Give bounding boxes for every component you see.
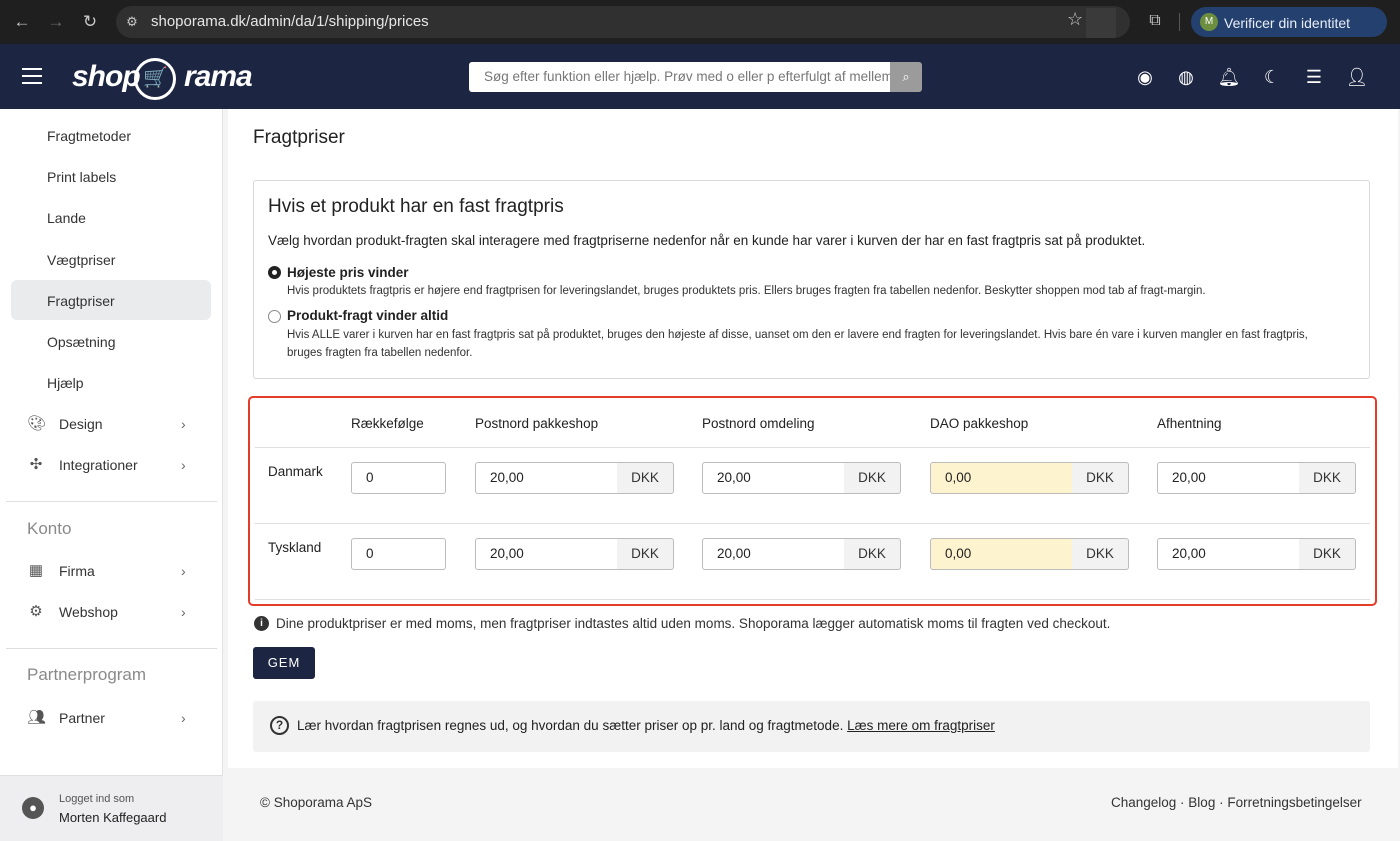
- price-input-tyskland-afhentning[interactable]: 20,00: [1157, 538, 1300, 570]
- sidebar-divider: [6, 501, 217, 502]
- section-konto: Konto: [27, 519, 72, 538]
- chevron-right-icon[interactable]: ›: [181, 604, 186, 620]
- forward-icon[interactable]: →: [44, 10, 68, 34]
- sidebar-group-webshop[interactable]: Webshop: [59, 604, 118, 620]
- radio-highest-price[interactable]: [268, 266, 281, 279]
- sidebar-group-design[interactable]: Design: [59, 416, 103, 432]
- radio-highest-price-help: Hvis produktets fragtpris er højere end …: [287, 285, 1206, 297]
- chevron-right-icon[interactable]: ›: [181, 416, 186, 432]
- people-icon: 👥︎: [27, 709, 47, 726]
- toolbar-divider: [1179, 13, 1180, 31]
- sidebar-item-print-labels[interactable]: Print labels: [47, 169, 116, 185]
- sidebar-item-vaegtpriser[interactable]: Vægtpriser: [47, 252, 115, 268]
- sidebar-item-fragtpriser[interactable]: Fragtpriser: [47, 293, 115, 309]
- cart-logo-icon: 🛒: [134, 58, 176, 100]
- table-row-divider: [255, 523, 1370, 524]
- currency-addon: DKK: [1299, 538, 1356, 570]
- fixed-price-description: Vælg hvordan produkt-fragten skal intera…: [268, 233, 1146, 248]
- bookmark-star-icon[interactable]: ☆: [1067, 9, 1083, 30]
- radio-highest-price-label[interactable]: Højeste pris vinder: [287, 265, 409, 280]
- col-header-postnord-pakkeshop: Postnord pakkeshop: [475, 416, 599, 431]
- col-header-afhentning: Afhentning: [1157, 416, 1222, 431]
- radio-product-wins[interactable]: [268, 310, 281, 323]
- vat-info-text: Dine produktpriser er med moms, men frag…: [276, 616, 1111, 631]
- search-input[interactable]: Søg efter funktion eller hjælp. Prøv med…: [469, 62, 890, 92]
- globe-icon[interactable]: ◍: [1174, 66, 1198, 88]
- page-title: Fragtpriser: [253, 127, 345, 148]
- eye-icon[interactable]: ◉: [1133, 66, 1157, 88]
- row-country-tyskland: Tyskland: [268, 540, 322, 555]
- sidebar-item-hjaelp[interactable]: Hjælp: [47, 375, 84, 391]
- fixed-price-title: Hvis et produkt har en fast fragtpris: [268, 196, 564, 217]
- sidebar-group-integrationer[interactable]: Integrationer: [59, 457, 138, 473]
- row-country-danmark: Danmark: [268, 464, 323, 479]
- search-icon[interactable]: ⌕: [890, 62, 922, 92]
- account-circle-icon: ●: [22, 797, 44, 819]
- price-input-danmark-afhentning[interactable]: 20,00: [1157, 462, 1300, 494]
- url-text[interactable]: shoporama.dk/admin/da/1/shipping/prices: [151, 13, 429, 30]
- sidebar-divider: [6, 648, 217, 649]
- price-input-tyskland-postnord-pakkeshop[interactable]: 20,00: [475, 538, 618, 570]
- verify-identity-label[interactable]: Verificer din identitet: [1224, 15, 1350, 31]
- help-text: Lær hvordan fragtprisen regnes ud, og hv…: [297, 718, 995, 733]
- profile-avatar[interactable]: M: [1200, 13, 1218, 31]
- table-row-divider: [255, 447, 1370, 448]
- section-partnerprogram: Partnerprogram: [27, 665, 147, 684]
- col-header-dao-pakkeshop: DAO pakkeshop: [930, 416, 1029, 431]
- price-input-danmark-postnord-pakkeshop[interactable]: 20,00: [475, 462, 618, 494]
- back-icon[interactable]: ←: [10, 10, 34, 34]
- col-header-order: Rækkefølge: [351, 416, 424, 431]
- extension-slot[interactable]: [1086, 8, 1116, 38]
- palette-icon: 🎨︎: [27, 415, 47, 432]
- sidebar-item-opsaetning[interactable]: Opsætning: [47, 334, 115, 350]
- currency-addon: DKK: [1072, 462, 1129, 494]
- price-input-tyskland-postnord-omdeling[interactable]: 20,00: [702, 538, 845, 570]
- currency-addon: DKK: [617, 538, 674, 570]
- chevron-right-icon[interactable]: ›: [181, 457, 186, 473]
- chevron-right-icon[interactable]: ›: [181, 563, 186, 579]
- stack-icon[interactable]: ☰: [1302, 66, 1326, 88]
- currency-addon: DKK: [617, 462, 674, 494]
- building-icon: ▦: [28, 562, 44, 579]
- logged-in-name[interactable]: Morten Kaffegaard: [59, 810, 166, 825]
- currency-addon: DKK: [844, 462, 901, 494]
- reload-icon[interactable]: ↻: [78, 10, 102, 34]
- currency-addon: DKK: [1072, 538, 1129, 570]
- price-input-danmark-postnord-omdeling[interactable]: 20,00: [702, 462, 845, 494]
- footer-links[interactable]: Changelog · Blog · Forretningsbetingelse…: [1111, 795, 1362, 810]
- table-row-divider: [255, 599, 1370, 600]
- puzzle-icon: ✣: [29, 456, 43, 473]
- logo-text-right: rama: [184, 60, 253, 93]
- user-icon[interactable]: 👤︎: [1345, 66, 1369, 88]
- sidebar-item-fragtmetoder[interactable]: Fragtmetoder: [47, 128, 131, 144]
- order-input-danmark[interactable]: 0: [351, 462, 446, 494]
- sidebar-item-lande[interactable]: Lande: [47, 210, 86, 226]
- sidebar-group-partner[interactable]: Partner: [59, 710, 105, 726]
- order-input-tyskland[interactable]: 0: [351, 538, 446, 570]
- info-icon: i: [254, 616, 269, 631]
- sidebar-group-firma[interactable]: Firma: [59, 563, 95, 579]
- bell-icon[interactable]: 🔔︎: [1217, 66, 1241, 88]
- extensions-icon[interactable]: ⧉: [1144, 10, 1166, 32]
- save-button[interactable]: GEM: [253, 647, 315, 679]
- price-input-danmark-dao-pakkeshop[interactable]: 0,00: [930, 462, 1073, 494]
- question-icon: ?: [270, 716, 289, 735]
- footer-copyright: © Shoporama ApS: [260, 795, 373, 810]
- col-header-postnord-omdeling: Postnord omdeling: [702, 416, 815, 431]
- logged-in-label: Logget ind som: [59, 793, 135, 805]
- help-text-body: Lær hvordan fragtprisen regnes ud, og hv…: [297, 718, 844, 733]
- price-input-tyskland-dao-pakkeshop[interactable]: 0,00: [930, 538, 1073, 570]
- site-settings-icon[interactable]: ⚙: [122, 12, 142, 32]
- currency-addon: DKK: [1299, 462, 1356, 494]
- help-link[interactable]: Læs mere om fragtpriser: [847, 718, 995, 733]
- moon-icon[interactable]: ☾: [1260, 66, 1284, 88]
- currency-addon: DKK: [844, 538, 901, 570]
- sidebar: [0, 109, 223, 841]
- radio-product-wins-label[interactable]: Produkt-fragt vinder altid: [287, 308, 448, 323]
- radio-product-wins-help: Hvis ALLE varer i kurven har en fast fra…: [287, 329, 1308, 359]
- chevron-right-icon[interactable]: ›: [181, 710, 186, 726]
- gear-icon: ⚙: [29, 603, 43, 620]
- logo-text-left: shop: [72, 60, 141, 93]
- menu-icon[interactable]: [22, 68, 42, 84]
